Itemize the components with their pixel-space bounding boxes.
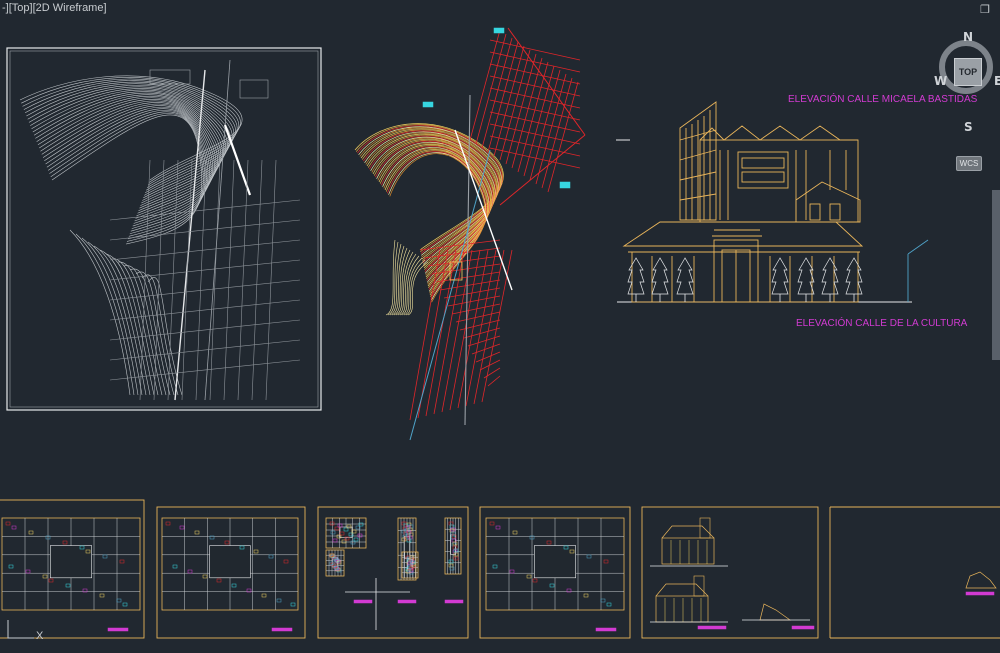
topo-street-map[interactable] xyxy=(354,27,586,441)
viewcube[interactable]: TOP N S W E xyxy=(934,30,1000,142)
compass-south[interactable]: S xyxy=(964,120,973,134)
ucs-x-label: X xyxy=(36,630,44,642)
ucs-icon: X xyxy=(2,618,46,648)
wcs-menu-button[interactable]: WCS xyxy=(956,156,982,171)
elevation-title-cultura: ELEVACIÓN CALLE DE LA CULTURA xyxy=(796,318,968,329)
navigation-bar[interactable] xyxy=(992,190,1000,360)
elevation-title-micaela: ELEVACIÓN CALLE MICAELA BASTIDAS xyxy=(788,94,978,105)
facade-elevation[interactable] xyxy=(617,101,929,303)
viewcube-top-face[interactable]: TOP xyxy=(954,58,982,86)
site-plan-sheet[interactable] xyxy=(6,47,322,411)
compass-north[interactable]: N xyxy=(963,30,973,44)
compass-east[interactable]: E xyxy=(994,74,1000,88)
compass-west[interactable]: W xyxy=(934,74,947,88)
plan-sheets-row[interactable] xyxy=(0,499,1000,639)
elevation-trees xyxy=(627,257,863,302)
